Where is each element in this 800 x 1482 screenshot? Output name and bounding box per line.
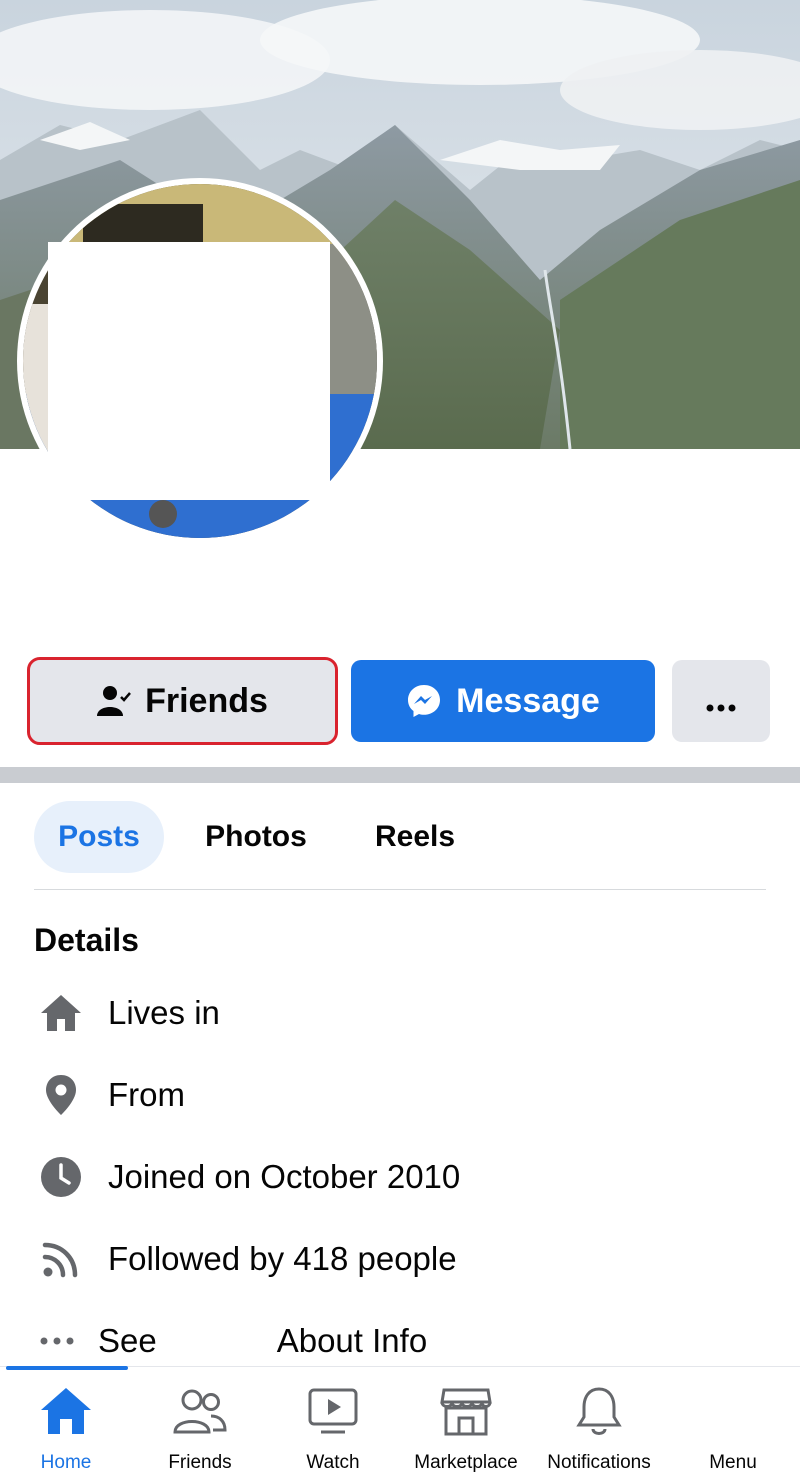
friends-icon: [173, 1380, 227, 1442]
nav-label: Home: [40, 1452, 92, 1473]
tab-reels[interactable]: Reels: [358, 801, 472, 873]
active-tab-indicator: [6, 1366, 128, 1370]
nav-friends[interactable]: Friends: [135, 1380, 265, 1474]
more-options-button[interactable]: [672, 660, 770, 742]
friends-check-icon: [97, 684, 132, 718]
message-button-label: Message: [456, 681, 600, 720]
nav-marketplace[interactable]: Marketplace: [401, 1380, 531, 1474]
clock-icon: [38, 1154, 84, 1200]
section-divider: [0, 767, 800, 783]
detail-joined[interactable]: Joined on October 2010: [38, 1147, 460, 1207]
watch-icon: [307, 1380, 359, 1442]
messenger-icon: [406, 683, 442, 719]
detail-text: Joined on October 2010: [108, 1158, 461, 1195]
see-about-info-link[interactable]: See About Info: [34, 1318, 427, 1364]
bell-icon: [575, 1380, 623, 1442]
tab-posts[interactable]: Posts: [34, 801, 164, 873]
nav-watch[interactable]: Watch: [268, 1380, 398, 1474]
tabs-divider: [34, 889, 766, 890]
nav-home[interactable]: Home: [1, 1380, 131, 1474]
nav-label: Marketplace: [414, 1452, 518, 1473]
detail-text: From: [108, 1076, 185, 1113]
details-heading: Details: [34, 922, 139, 958]
location-pin-icon: [38, 1072, 84, 1118]
friends-button[interactable]: Friends: [27, 657, 338, 745]
detail-text: Followed by 418 people: [108, 1240, 457, 1277]
nav-label: Friends: [168, 1452, 232, 1473]
friends-button-label: Friends: [145, 681, 268, 720]
nav-label: Watch: [306, 1452, 360, 1473]
more-dots-icon: [706, 682, 736, 721]
menu-icon: [707, 1380, 759, 1442]
detail-text: Lives in: [108, 994, 220, 1031]
detail-lives-in[interactable]: Lives in: [38, 983, 220, 1043]
see-text: See: [98, 1322, 157, 1359]
tab-photos[interactable]: Photos: [186, 801, 326, 873]
rss-followers-icon: [38, 1236, 84, 1282]
marketplace-icon: [440, 1380, 492, 1442]
nav-label: Notifications: [547, 1452, 651, 1473]
detail-followed-by[interactable]: Followed by 418 people: [38, 1229, 457, 1289]
nav-label: Menu: [709, 1452, 757, 1473]
home-icon: [38, 990, 84, 1036]
nav-menu[interactable]: Menu: [668, 1380, 798, 1474]
home-icon: [39, 1380, 93, 1442]
about-info-text: About Info: [276, 1322, 428, 1359]
message-button[interactable]: Message: [351, 660, 655, 742]
redacted-area: [48, 242, 330, 500]
detail-from[interactable]: From: [38, 1065, 185, 1125]
nav-notifications[interactable]: Notifications: [534, 1380, 664, 1474]
more-dots-icon: [34, 1337, 80, 1345]
